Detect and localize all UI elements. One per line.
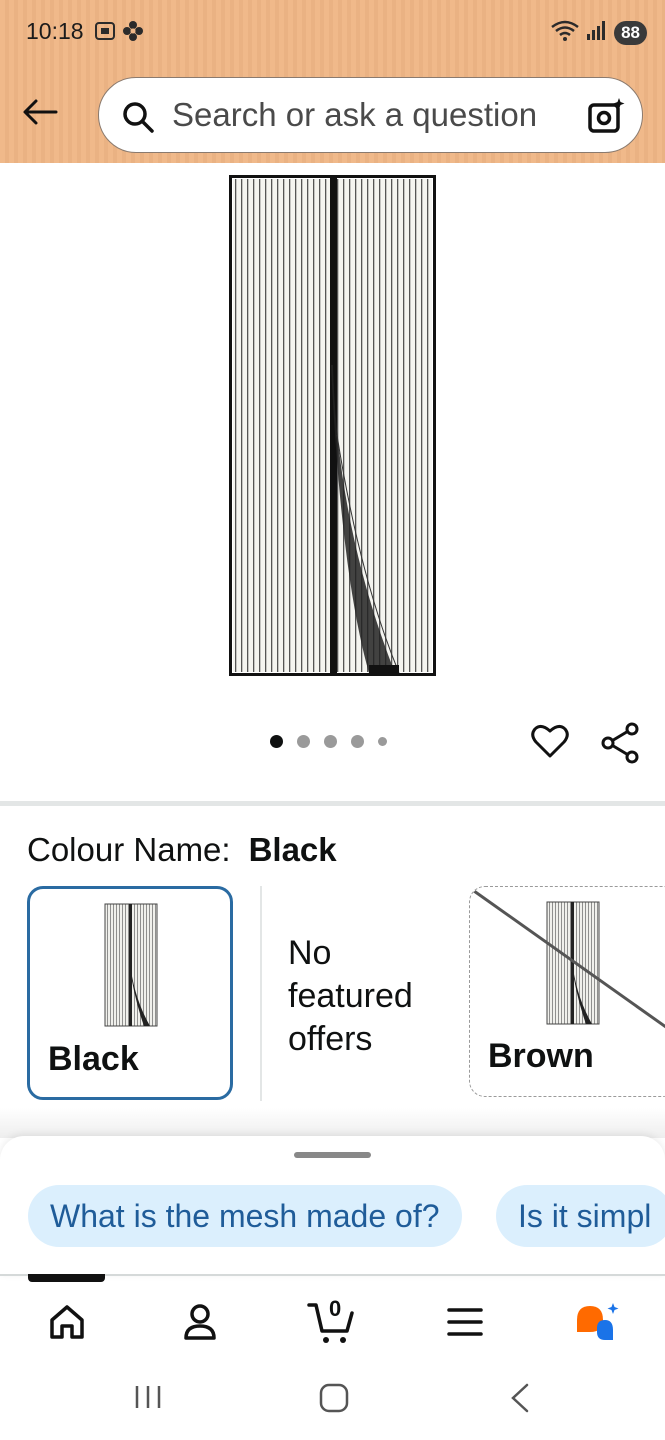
wifi-icon — [550, 19, 580, 46]
suggestion-chip[interactable]: Is it simpl — [496, 1185, 665, 1247]
system-nav-bar — [0, 1362, 665, 1440]
swatch-brown[interactable]: Brown — [469, 886, 665, 1097]
account-icon — [184, 1304, 216, 1340]
share-icon — [601, 722, 639, 764]
back-system-button[interactable] — [508, 1382, 532, 1419]
menu-icon — [447, 1308, 483, 1336]
suggestion-chip[interactable]: What is the mesh made of? — [28, 1185, 462, 1247]
product-image[interactable] — [229, 175, 436, 676]
nav-cart[interactable]: 0 — [302, 1292, 362, 1352]
swatch-divider — [260, 886, 262, 1101]
carousel-dot[interactable] — [351, 735, 364, 748]
recent-apps-button[interactable] — [133, 1382, 163, 1417]
suggestions-sheet: What is the mesh made of? Is it simpl — [0, 1136, 665, 1276]
status-bar: 10:18 88 — [0, 0, 665, 64]
search-icon — [121, 100, 155, 139]
no-featured-offers-text: No featured offers — [288, 934, 413, 1058]
drag-handle[interactable] — [294, 1152, 371, 1158]
cart-count: 0 — [329, 1296, 342, 1321]
carousel-dot[interactable] — [297, 735, 310, 748]
nav-menu[interactable] — [435, 1292, 495, 1352]
carousel-dot[interactable] — [270, 735, 283, 748]
swatch-thumbnail — [104, 903, 158, 1027]
nav-rufus[interactable] — [568, 1292, 628, 1352]
swatch-label: Brown — [488, 1037, 594, 1075]
nav-home[interactable] — [37, 1292, 97, 1352]
status-time: 10:18 — [26, 18, 84, 44]
active-tab-indicator — [28, 1274, 105, 1282]
camera-icon[interactable] — [586, 96, 626, 141]
heart-icon — [531, 724, 569, 758]
app-header: 10:18 88 Search or ask a question — [0, 0, 665, 163]
sheet-shadow — [0, 1108, 665, 1138]
carousel-dot[interactable] — [378, 737, 387, 746]
carousel-dot[interactable] — [324, 735, 337, 748]
flower-icon — [122, 20, 144, 47]
colour-label: Colour Name: — [27, 831, 231, 868]
battery-indicator: 88 — [614, 20, 647, 45]
section-divider — [0, 801, 665, 806]
search-bar[interactable]: Search or ask a question — [98, 77, 643, 153]
bottom-nav: 0 — [0, 1282, 665, 1362]
search-input[interactable]: Search or ask a question — [172, 96, 537, 134]
colour-name-row: Colour Name: Black — [27, 831, 337, 869]
recent-apps-icon — [135, 1386, 161, 1408]
swatch-black[interactable]: Black — [27, 886, 233, 1100]
square-icon — [319, 1383, 349, 1413]
back-button[interactable] — [20, 94, 60, 130]
home-icon — [50, 1305, 84, 1339]
share-button[interactable] — [600, 722, 640, 769]
signal-icon — [586, 19, 608, 46]
home-system-button[interactable] — [318, 1382, 350, 1419]
chevron-left-icon — [511, 1383, 529, 1413]
image-carousel-dots[interactable] — [270, 735, 387, 748]
wishlist-button[interactable] — [531, 723, 569, 764]
screen-capture-icon — [94, 20, 116, 47]
arrow-left-icon — [23, 99, 58, 125]
swatch-label: Black — [48, 1040, 139, 1078]
nav-account[interactable] — [170, 1292, 230, 1352]
rufus-icon — [577, 1303, 619, 1340]
selected-colour: Black — [248, 831, 337, 868]
